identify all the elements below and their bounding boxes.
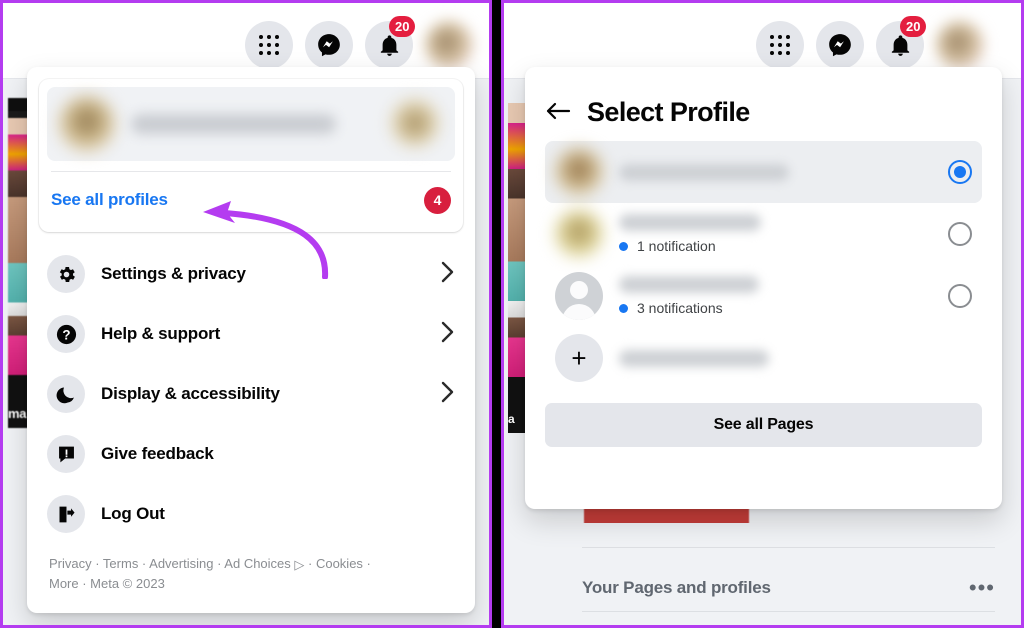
chevron-right-icon bbox=[441, 381, 455, 408]
see-all-profiles-link[interactable]: See all profiles bbox=[51, 190, 168, 210]
menu-item-label: Help & support bbox=[101, 324, 221, 343]
radio-button[interactable] bbox=[948, 222, 972, 246]
menu-item-log-out[interactable]: Log Out bbox=[35, 484, 467, 544]
profile-notification-note: 3 notifications bbox=[619, 300, 948, 316]
create-new-profile-row[interactable]: + bbox=[545, 327, 982, 389]
see-all-profiles-row[interactable]: See all profiles 4 bbox=[47, 172, 455, 228]
profile-row-page[interactable]: 1 notification bbox=[545, 203, 982, 265]
header-icon-group-right: 20 bbox=[756, 16, 984, 69]
profile-name-redacted bbox=[619, 214, 761, 231]
background-photo-caption-right: a bbox=[508, 412, 515, 426]
page-avatar-blurred bbox=[555, 210, 603, 258]
footer-line-1a[interactable]: Privacy · Terms · Advertising · Ad Choic… bbox=[49, 556, 294, 571]
feedback-icon bbox=[47, 435, 85, 473]
profile-name-redacted bbox=[619, 276, 759, 293]
left-screenshot-panel: ma 20 See all profiles 4 Settings & priv… bbox=[0, 0, 492, 628]
radio-button[interactable] bbox=[948, 284, 972, 308]
messenger-icon[interactable] bbox=[816, 21, 864, 69]
back-arrow-icon[interactable] bbox=[545, 99, 579, 125]
radio-button-selected[interactable] bbox=[948, 160, 972, 184]
account-avatar[interactable] bbox=[425, 21, 473, 69]
create-label-redacted bbox=[619, 349, 769, 367]
current-profile-chip[interactable] bbox=[47, 87, 455, 161]
see-all-pages-button[interactable]: See all Pages bbox=[545, 403, 982, 447]
profile-row-selected[interactable] bbox=[545, 141, 982, 203]
background-divider-top bbox=[582, 547, 995, 548]
select-profile-popover: Select Profile 1 notification 3 notifica… bbox=[525, 67, 1002, 509]
profiles-count-badge: 4 bbox=[424, 186, 451, 214]
background-photo-caption: ma bbox=[8, 406, 27, 421]
menu-item-label: Settings & privacy bbox=[101, 264, 246, 283]
menu-item-label: Log Out bbox=[101, 504, 165, 523]
grid-apps-icon[interactable] bbox=[245, 21, 293, 69]
plus-icon: + bbox=[555, 334, 603, 382]
notification-count-label: 3 notifications bbox=[637, 300, 723, 316]
unread-dot-icon bbox=[619, 241, 628, 251]
menu-item-display-accessibility[interactable]: Display & accessibility bbox=[35, 364, 467, 424]
ad-choices-icon: ▷ bbox=[294, 557, 305, 572]
profile-avatar-blurred bbox=[555, 148, 603, 196]
question-icon: ? bbox=[47, 315, 85, 353]
unread-dot-icon bbox=[619, 303, 628, 313]
menu-item-help-support[interactable]: ? Help & support bbox=[35, 304, 467, 364]
menu-item-give-feedback[interactable]: Give feedback bbox=[35, 424, 467, 484]
your-pages-title: Your Pages and profiles bbox=[582, 578, 771, 597]
account-menu-popover: See all profiles 4 Settings & privacy ? … bbox=[27, 67, 475, 613]
grid-apps-icon[interactable] bbox=[756, 21, 804, 69]
right-screenshot-panel: a Your Pages and profiles ••• 20 Select … bbox=[501, 0, 1024, 628]
profile-name-redacted bbox=[131, 114, 336, 134]
bell-icon[interactable]: 20 bbox=[365, 16, 416, 69]
menu-item-settings-privacy[interactable]: Settings & privacy bbox=[35, 244, 467, 304]
notifications-badge: 20 bbox=[389, 16, 416, 37]
menu-item-label: Give feedback bbox=[101, 444, 214, 463]
account-menu-list: Settings & privacy ? Help & support Disp… bbox=[35, 244, 467, 544]
moon-icon bbox=[47, 375, 85, 413]
svg-text:?: ? bbox=[62, 327, 70, 342]
footer-line-1b[interactable]: · Cookies · bbox=[304, 556, 371, 571]
more-horizontal-icon[interactable]: ••• bbox=[969, 577, 995, 599]
footer-line-2[interactable]: More · Meta © 2023 bbox=[49, 576, 165, 591]
gear-icon bbox=[47, 255, 85, 293]
generic-avatar bbox=[555, 272, 603, 320]
secondary-avatar-blurred bbox=[391, 99, 439, 147]
notification-count-label: 1 notification bbox=[637, 238, 716, 254]
profile-avatar-blurred bbox=[59, 96, 115, 152]
chevron-right-icon bbox=[441, 321, 455, 348]
notifications-badge: 20 bbox=[900, 16, 927, 37]
account-avatar[interactable] bbox=[936, 21, 984, 69]
menu-item-label: Display & accessibility bbox=[101, 384, 280, 403]
messenger-icon[interactable] bbox=[305, 21, 353, 69]
footer-links: Privacy · Terms · Advertising · Ad Choic… bbox=[35, 544, 455, 594]
page-title: Select Profile bbox=[587, 96, 750, 127]
screenshot-stage: ma 20 See all profiles 4 Settings & priv… bbox=[0, 0, 1024, 628]
profile-notification-note: 1 notification bbox=[619, 238, 948, 254]
chevron-right-icon bbox=[441, 261, 455, 288]
profile-name-redacted bbox=[619, 163, 789, 181]
header-icon-group: 20 bbox=[245, 16, 473, 69]
bell-icon[interactable]: 20 bbox=[876, 16, 927, 69]
profile-row-generic[interactable]: 3 notifications bbox=[545, 265, 982, 327]
logout-icon bbox=[47, 495, 85, 533]
select-profile-header: Select Profile bbox=[545, 83, 982, 141]
profile-card: See all profiles 4 bbox=[39, 79, 463, 232]
